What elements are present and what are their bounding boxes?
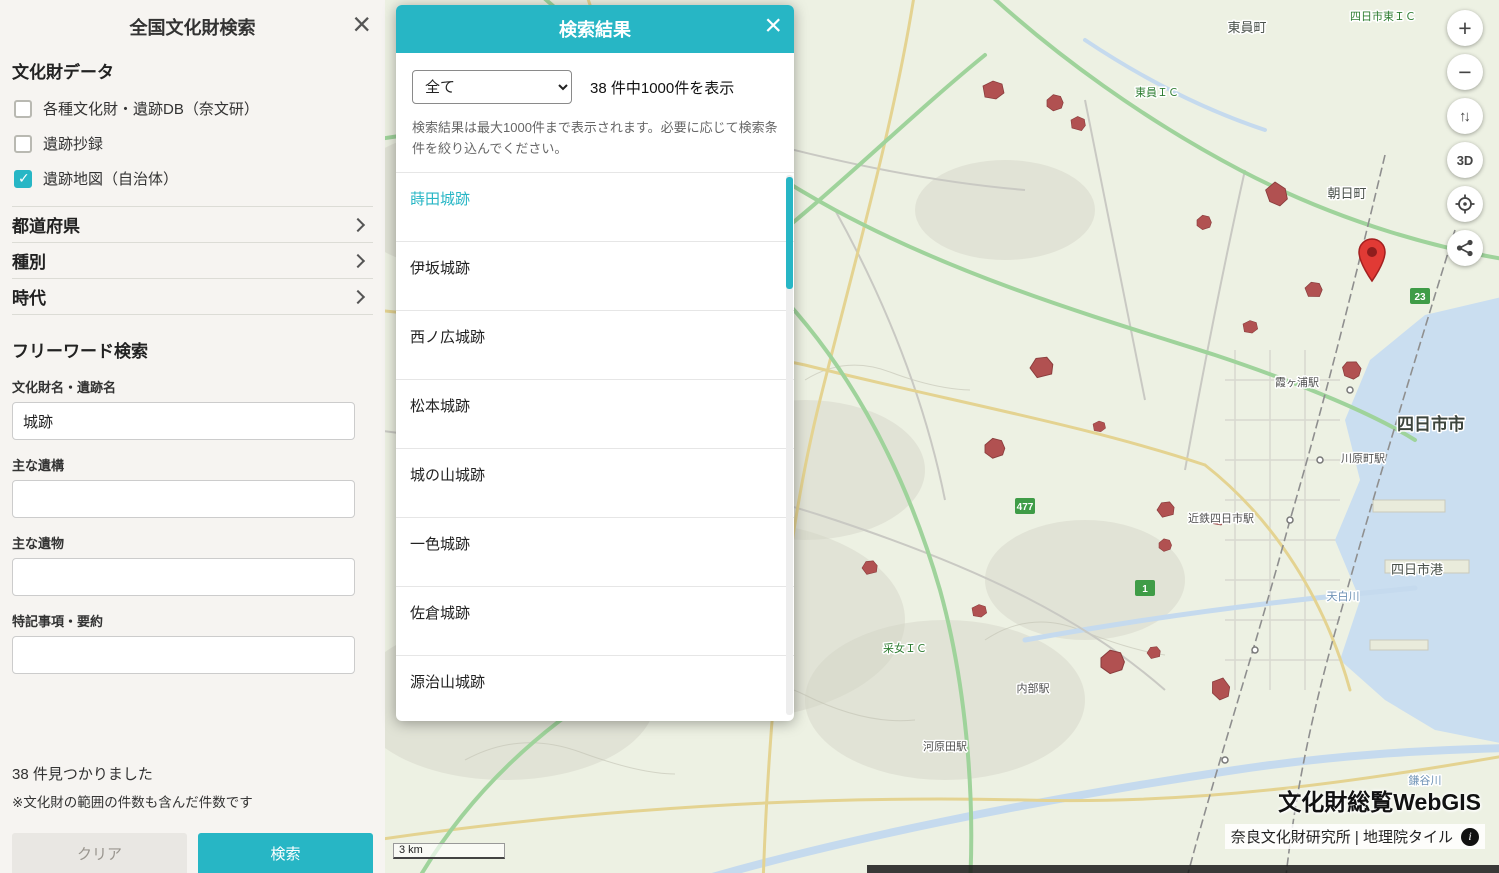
webgis-app: 全国文化財検索 × 文化財データ 各種文化財・遺跡DB（奈文研） 遺跡抄録 遺跡…: [0, 0, 1499, 873]
share-button[interactable]: [1447, 230, 1483, 266]
map-label: 河原田駅: [923, 740, 967, 753]
checkbox-label: 遺跡地図（自治体）: [43, 168, 178, 189]
expander-era[interactable]: 時代: [12, 279, 373, 315]
map-label: 四日市港: [1391, 562, 1443, 577]
checkbox-site-map[interactable]: [14, 170, 32, 188]
feature-input[interactable]: [12, 480, 355, 518]
scrollbar-thumb[interactable]: [786, 177, 793, 289]
expander-label: 時代: [12, 284, 46, 309]
search-sidebar: 全国文化財検索 × 文化財データ 各種文化財・遺跡DB（奈文研） 遺跡抄録 遺跡…: [0, 0, 385, 873]
checkbox-row-site-map[interactable]: 遺跡地図（自治体）: [12, 161, 373, 196]
locate-icon: [1455, 194, 1475, 214]
results-controls: 全て 38 件中1000件を表示: [396, 53, 794, 104]
results-title: 検索結果: [559, 16, 631, 42]
license-strip: [867, 865, 1499, 873]
sidebar-header: 全国文化財検索 ×: [12, 0, 373, 54]
checkbox-row-site-abstract[interactable]: 遺跡抄録: [12, 126, 373, 161]
artifact-input[interactable]: [12, 558, 355, 596]
map-label: 四日市市: [1397, 414, 1465, 434]
route-shield-number: 1: [1142, 584, 1148, 595]
map-label: 東員町: [1227, 20, 1266, 35]
expander-label: 都道府県: [12, 212, 80, 237]
chevron-right-icon: [351, 289, 365, 303]
map-label: 川原町駅: [1341, 452, 1385, 465]
result-item[interactable]: 源治山城跡: [396, 656, 794, 721]
chevron-right-icon: [351, 217, 365, 231]
map-label: 天白川: [1327, 589, 1360, 603]
data-source-checkbox-group: 各種文化財・遺跡DB（奈文研） 遺跡抄録 遺跡地図（自治体）: [12, 91, 373, 207]
result-item[interactable]: 蒔田城跡: [396, 173, 794, 242]
expander-label: 種別: [12, 248, 46, 273]
map-attribution: 奈良文化財研究所 | 地理院タイル i: [1225, 824, 1485, 849]
clear-button[interactable]: クリア: [12, 833, 187, 873]
route-shield-number: 23: [1414, 292, 1426, 303]
result-item[interactable]: 佐倉城跡: [396, 587, 794, 656]
map-label: 近鉄四日市駅: [1188, 511, 1254, 525]
notes-label: 特記事項・要約: [12, 611, 373, 630]
results-close-button[interactable]: ×: [764, 11, 782, 41]
result-count-note: ※文化財の範囲の件数も含んだ件数です: [12, 791, 253, 811]
search-button[interactable]: 検索: [198, 833, 373, 873]
search-status: 38 件見つかりました ※文化財の範囲の件数も含んだ件数です: [12, 763, 253, 811]
map-label: 采女ＩＣ: [883, 641, 927, 655]
sidebar-close-button[interactable]: ×: [352, 8, 371, 40]
result-item[interactable]: 一色城跡: [396, 518, 794, 587]
result-item[interactable]: 西ノ広城跡: [396, 311, 794, 380]
checkbox-label: 各種文化財・遺跡DB（奈文研）: [43, 98, 259, 119]
share-icon: [1456, 239, 1474, 257]
chevron-right-icon: [351, 253, 365, 267]
zoom-in-button[interactable]: +: [1447, 10, 1483, 46]
results-header: 検索結果 ×: [396, 5, 794, 53]
route-shield-number: 477: [1017, 502, 1034, 513]
checkbox-row-heritage-db[interactable]: 各種文化財・遺跡DB（奈文研）: [12, 91, 373, 126]
info-icon[interactable]: i: [1461, 828, 1479, 846]
map-controls: + − ↑↓ 3D: [1447, 10, 1483, 266]
3d-toggle-button[interactable]: 3D: [1447, 142, 1483, 178]
zoom-out-button[interactable]: −: [1447, 54, 1483, 90]
notes-input[interactable]: [12, 636, 355, 674]
site-name-label: 文化財名・遺跡名: [12, 377, 373, 396]
results-filter-select[interactable]: 全て: [412, 70, 572, 104]
freeword-heading: フリーワード検索: [12, 337, 373, 362]
results-count-text: 38 件中1000件を表示: [590, 77, 734, 98]
results-scrollbar[interactable]: [786, 175, 793, 715]
attribution-text: 奈良文化財研究所 | 地理院タイル: [1231, 826, 1453, 847]
checkbox-label: 遺跡抄録: [43, 133, 103, 154]
results-list: 蒔田城跡 伊坂城跡 西ノ広城跡 松本城跡 城の山城跡 一色城跡 佐倉城跡 源治山…: [396, 172, 794, 721]
site-name-input[interactable]: [12, 402, 355, 440]
result-item[interactable]: 松本城跡: [396, 380, 794, 449]
pitch-reset-button[interactable]: ↑↓: [1447, 98, 1483, 134]
map-label: 四日市東ＩＣ: [1350, 9, 1416, 23]
map-label: 内部駅: [1017, 681, 1050, 695]
result-count-text: 38 件見つかりました: [12, 763, 253, 784]
expander-prefecture[interactable]: 都道府県: [12, 207, 373, 243]
scale-label: 3 km: [399, 844, 423, 856]
locate-button[interactable]: [1447, 186, 1483, 222]
checkbox-site-abstract[interactable]: [14, 135, 32, 153]
feature-label: 主な遺構: [12, 455, 373, 474]
sidebar-buttons: クリア 検索: [12, 833, 373, 873]
map-scalebar: 3 km: [393, 843, 505, 859]
result-item[interactable]: 伊坂城跡: [396, 242, 794, 311]
map-label: 朝日町: [1327, 186, 1366, 201]
sidebar-title: 全国文化財検索: [130, 14, 256, 40]
data-section-heading: 文化財データ: [12, 58, 373, 83]
search-results-panel: 検索結果 × 全て 38 件中1000件を表示 検索結果は最大1000件まで表示…: [396, 5, 794, 721]
expander-type[interactable]: 種別: [12, 243, 373, 279]
map-label: 東員ＩＣ: [1135, 86, 1179, 99]
artifact-label: 主な遺物: [12, 533, 373, 552]
result-item[interactable]: 城の山城跡: [396, 449, 794, 518]
map-label: 霞ヶ浦駅: [1275, 376, 1319, 389]
app-brand: 文化財総覧WebGIS: [1278, 783, 1481, 817]
checkbox-heritage-db[interactable]: [14, 100, 32, 118]
results-note: 検索結果は最大1000件まで表示されます。必要に応じて検索条件を絞り込んでくださ…: [396, 104, 794, 160]
